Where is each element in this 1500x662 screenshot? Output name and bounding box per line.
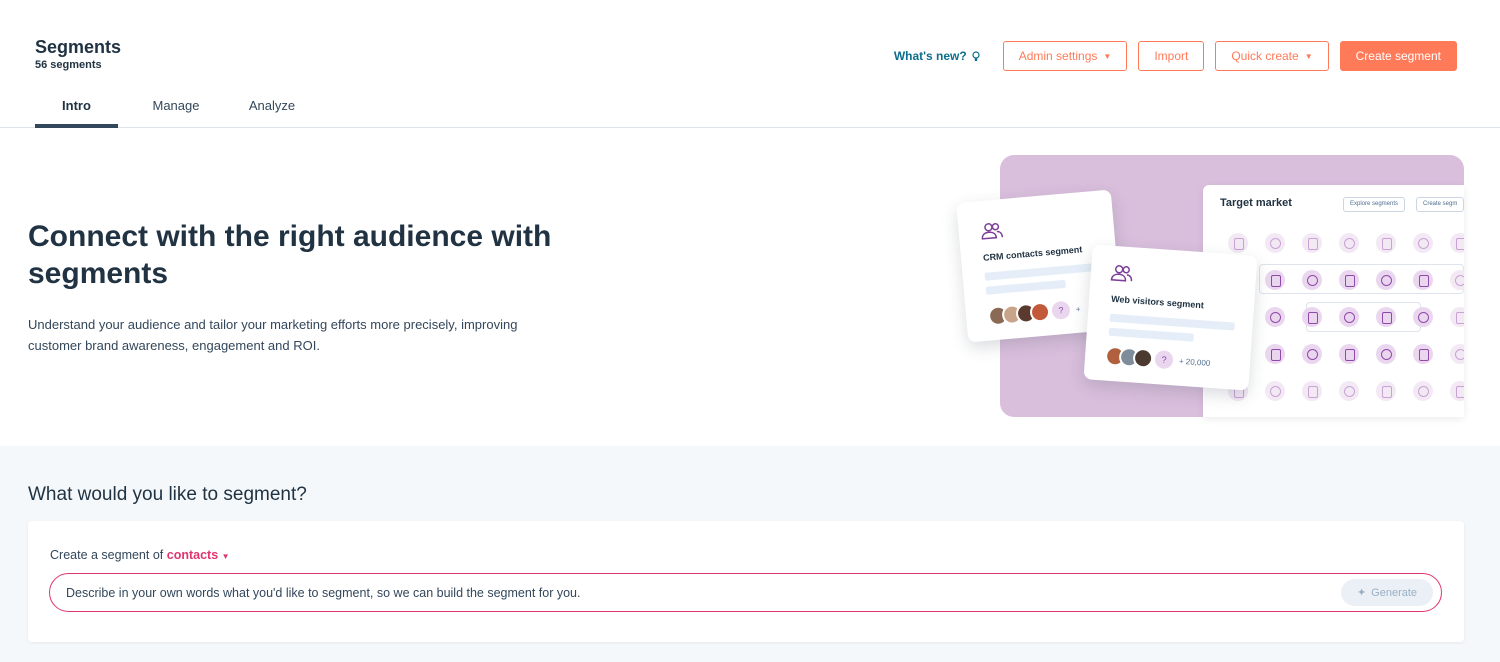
grid-cell-icon	[1265, 381, 1285, 401]
caret-down-icon: ▼	[1304, 51, 1313, 61]
tab-bar: Intro Manage Analyze	[35, 94, 302, 128]
generate-button[interactable]: ✦ Generate	[1341, 579, 1433, 606]
grid-cell-icon	[1302, 307, 1322, 327]
grid-cell-icon	[1265, 270, 1285, 290]
tab-intro[interactable]: Intro	[35, 94, 118, 128]
segment-builder-heading: What would you like to segment?	[28, 484, 307, 505]
page-header: Segments 56 segments What's new? Admin s…	[0, 0, 1500, 128]
import-label: Import	[1154, 49, 1189, 63]
web-visitors-card: Web visitors segment ? + 20,000	[1083, 244, 1258, 391]
grid-cell-icon	[1413, 233, 1433, 253]
grid-cell-icon	[1376, 307, 1396, 327]
grid-cell-icon	[1413, 307, 1433, 327]
question-icon: ?	[1051, 300, 1071, 321]
grid-cell-icon	[1413, 381, 1433, 401]
placeholder-bar	[985, 279, 1066, 295]
object-type-dropdown[interactable]: contacts ▼	[167, 548, 230, 562]
grid-cell-icon	[1413, 344, 1433, 364]
grid-cell-icon	[1450, 344, 1464, 364]
target-market-title: Target market	[1220, 197, 1292, 209]
admin-settings-button[interactable]: Admin settings ▼	[1002, 41, 1128, 71]
grid-cell-icon	[1376, 270, 1396, 290]
segment-object-row: Create a segment of contacts ▼	[50, 548, 230, 562]
caret-down-icon: ▼	[1103, 51, 1112, 61]
grid-cell-icon	[1302, 270, 1322, 290]
question-icon: ?	[1154, 350, 1174, 370]
admin-settings-label: Admin settings	[1018, 49, 1098, 63]
header-actions: What's new? Admin settings ▼ Import Quic…	[894, 41, 1457, 71]
grid-cell-icon	[1302, 381, 1322, 401]
web-visitors-label: Web visitors segment	[1110, 293, 1205, 311]
hero-description: Understand your audience and tailor your…	[28, 317, 518, 353]
quick-create-label: Quick create	[1231, 49, 1299, 63]
grid-cell-icon	[1450, 270, 1464, 290]
grid-cell-icon	[1339, 270, 1359, 290]
avatar-group: ? + 20,000	[1104, 345, 1211, 373]
grid-cell-icon	[1376, 233, 1396, 253]
grid-cell-icon	[1413, 270, 1433, 290]
explore-chip-label: Explore segments	[1350, 201, 1399, 207]
explore-segments-chip: Explore segments	[1343, 197, 1406, 212]
placeholder-bar	[1108, 327, 1194, 342]
segment-builder-section: What would you like to segment? Create a…	[0, 446, 1500, 662]
grid-row-highlight	[1259, 264, 1464, 294]
grid-row-highlight	[1306, 302, 1421, 332]
grid-cell-icon	[1228, 233, 1248, 253]
tab-manage[interactable]: Manage	[143, 94, 209, 128]
grid-cell-icon	[1265, 344, 1285, 364]
create-chip-label: Create segm	[1423, 201, 1458, 207]
hero-title: Connect with the right audience with seg…	[28, 220, 552, 290]
create-segment-chip: Create segm	[1416, 197, 1464, 212]
hero-illustration: Target market Explore segments Create se…	[956, 155, 1464, 417]
people-icon	[981, 222, 1004, 240]
segment-description-input[interactable]	[66, 585, 1341, 600]
grid-cell-icon	[1339, 381, 1359, 401]
crm-count: +	[1075, 304, 1081, 314]
page-title: Segments	[35, 37, 122, 57]
segment-prefix: Create a segment of	[50, 548, 164, 562]
grid-cell-icon	[1302, 344, 1322, 364]
grid-cell-icon	[1450, 233, 1464, 253]
grid-cell-icon	[1376, 381, 1396, 401]
grid-cell-icon	[1265, 307, 1285, 327]
placeholder-bar	[1109, 313, 1235, 331]
sparkle-icon: ✦	[1356, 587, 1367, 599]
import-button[interactable]: Import	[1138, 41, 1205, 71]
create-segment-label: Create segment	[1355, 49, 1441, 63]
lightbulb-icon	[972, 50, 980, 61]
avatar-group: ? +	[987, 299, 1081, 327]
segment-builder-card: Create a segment of contacts ▼ ✦ Generat…	[28, 521, 1464, 642]
grid-cell-icon	[1450, 307, 1464, 327]
placeholder-bar	[984, 263, 1095, 281]
grid-cell-icon	[1339, 344, 1359, 364]
generate-label: Generate	[1371, 586, 1418, 599]
grid-cell-icon	[1339, 233, 1359, 253]
tab-analyze[interactable]: Analyze	[242, 94, 302, 128]
segment-count: 56 segments	[35, 59, 102, 71]
grid-cell-icon	[1376, 344, 1396, 364]
quick-create-button[interactable]: Quick create ▼	[1215, 41, 1329, 71]
whats-new-label: What's new?	[893, 49, 967, 63]
people-icon	[1110, 265, 1133, 282]
avatar	[1029, 301, 1051, 323]
avatar	[1132, 347, 1154, 369]
grid-cell-icon	[1265, 233, 1285, 253]
segment-description-field: ✦ Generate	[49, 573, 1442, 612]
create-segment-button[interactable]: Create segment	[1339, 41, 1457, 71]
grid-cell-icon	[1450, 381, 1464, 401]
caret-down-icon: ▼	[221, 552, 230, 561]
grid-cell-icon	[1302, 233, 1322, 253]
web-visitors-count: + 20,000	[1178, 356, 1211, 368]
grid-cell-icon	[1339, 307, 1359, 327]
object-type-label: contacts	[166, 548, 219, 562]
crm-contacts-label: CRM contacts segment	[982, 244, 1083, 263]
whats-new-link[interactable]: What's new?	[894, 49, 980, 63]
